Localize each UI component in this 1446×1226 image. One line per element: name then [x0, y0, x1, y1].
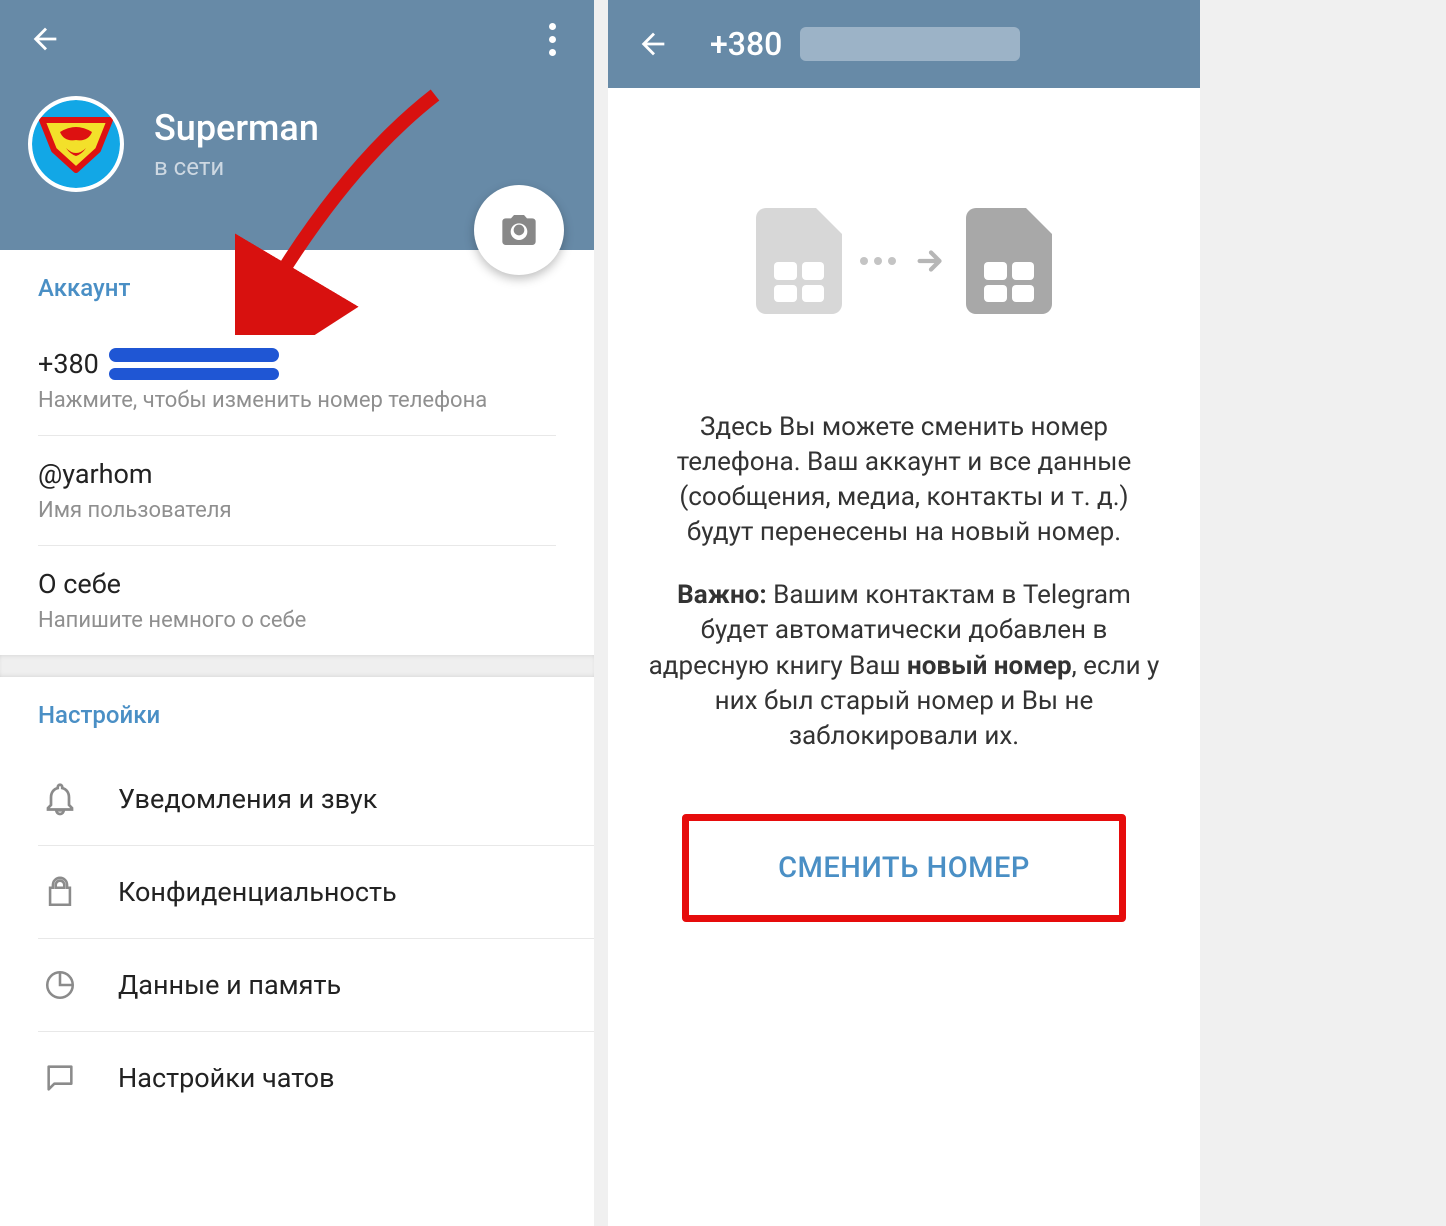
- camera-icon: [499, 210, 539, 250]
- change-photo-button[interactable]: [474, 185, 564, 275]
- section-divider: [0, 655, 594, 677]
- dots-icon: [860, 257, 896, 265]
- sim-old-icon: [756, 208, 842, 314]
- phone-prefix: +380: [38, 348, 99, 380]
- info-paragraph-1: Здесь Вы можете сменить номер телефона. …: [648, 410, 1160, 550]
- change-number-button[interactable]: СМЕНИТЬ НОМЕР: [778, 851, 1030, 885]
- bio-title: О себе: [38, 568, 556, 600]
- sim-swap-illustration: [608, 208, 1200, 314]
- settings-row-notifications[interactable]: Уведомления и звук: [38, 753, 594, 846]
- settings-section: Настройки Уведомления и звук Конфиденциа…: [0, 677, 594, 1124]
- header: +380: [608, 0, 1200, 88]
- dot-icon: [549, 36, 556, 43]
- chat-icon: [38, 1056, 82, 1100]
- account-section-title: Аккаунт: [38, 274, 556, 302]
- settings-label: Конфиденциальность: [118, 876, 397, 908]
- lock-icon: [38, 870, 82, 914]
- settings-section-title: Настройки: [38, 701, 594, 729]
- username-value: @yarhom: [38, 458, 556, 490]
- new-number-bold: новый номер: [907, 651, 1072, 681]
- profile-name: Superman: [154, 107, 319, 149]
- settings-row-privacy[interactable]: Конфиденциальность: [38, 846, 594, 939]
- settings-label: Настройки чатов: [118, 1062, 335, 1094]
- bio-item[interactable]: О себе Напишите немного о себе: [38, 546, 556, 655]
- username-hint: Имя пользователя: [38, 498, 556, 523]
- phone-prefix: +380: [710, 25, 782, 63]
- profile-header: Superman в сети: [0, 0, 594, 250]
- info-text: Здесь Вы можете сменить номер телефона. …: [608, 410, 1200, 754]
- settings-label: Данные и память: [118, 969, 341, 1001]
- avatar[interactable]: [28, 96, 124, 192]
- phone-redacted: [109, 348, 279, 380]
- important-label: Важно:: [677, 580, 767, 610]
- superman-logo-icon: [38, 114, 114, 174]
- change-number-screen: +380 Здесь Вы можете сменить номер телеф…: [608, 0, 1200, 1226]
- account-section: Аккаунт +380 Нажмите, чтобы изменить ном…: [0, 250, 594, 655]
- bell-icon: [38, 777, 82, 821]
- username-item[interactable]: @yarhom Имя пользователя: [38, 436, 556, 546]
- sim-new-icon: [966, 208, 1052, 314]
- change-number-button-highlight: СМЕНИТЬ НОМЕР: [682, 814, 1126, 922]
- settings-row-data[interactable]: Данные и память: [38, 939, 594, 1032]
- header-title: +380: [710, 25, 1020, 63]
- settings-profile-screen: Superman в сети Аккаунт +380: [0, 0, 594, 1226]
- info-paragraph-2: Важно: Вашим контактам в Telegram будет …: [648, 578, 1160, 753]
- back-button[interactable]: [28, 22, 62, 56]
- settings-row-chats[interactable]: Настройки чатов: [38, 1032, 594, 1124]
- profile-status: в сети: [154, 153, 319, 181]
- pie-chart-icon: [38, 963, 82, 1007]
- phone-item[interactable]: +380 Нажмите, чтобы изменить номер телеф…: [38, 326, 556, 436]
- phone-redacted: [800, 27, 1020, 61]
- arrow-left-icon: [636, 27, 670, 61]
- dot-icon: [549, 49, 556, 56]
- back-button[interactable]: [636, 27, 670, 61]
- settings-label: Уведомления и звук: [118, 783, 377, 815]
- dot-icon: [549, 23, 556, 30]
- more-menu-button[interactable]: [539, 13, 566, 66]
- bio-hint: Напишите немного о себе: [38, 608, 556, 633]
- phone-hint: Нажмите, чтобы изменить номер телефона: [38, 388, 556, 413]
- arrow-right-icon: [914, 244, 948, 278]
- arrow-left-icon: [28, 22, 62, 56]
